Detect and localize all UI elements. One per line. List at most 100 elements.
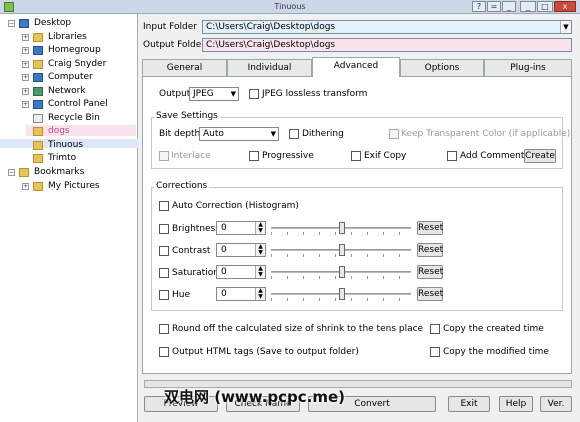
folder-tree[interactable]: − Desktop + Libraries + Homegroup + Crai…	[0, 14, 138, 422]
tab-options[interactable]: Options	[400, 59, 484, 77]
hue-slider-thumb[interactable]	[339, 288, 345, 300]
saturation-stepper[interactable]: 0 ▲ ▼	[216, 265, 266, 279]
saturation-reset-button[interactable]: Reset	[417, 265, 443, 279]
output-format-select[interactable]: JPEG ▼	[189, 87, 239, 101]
contrast-stepper[interactable]: 0 ▲ ▼	[216, 243, 266, 257]
tab-individual[interactable]: Individual	[227, 59, 312, 77]
hue-value: 0	[221, 289, 227, 299]
help-button[interactable]: Help	[499, 396, 533, 412]
tree-item-homegroup[interactable]: + Homegroup	[22, 44, 136, 57]
spin-arrows-icon[interactable]: ▲ ▼	[255, 288, 265, 300]
save-settings-group	[151, 117, 563, 169]
copy-modified-checkbox[interactable]	[430, 347, 440, 357]
add-comment-label: Add Comment	[460, 151, 525, 161]
saturation-checkbox[interactable]	[159, 268, 169, 278]
tree-item-craig-snyder[interactable]: + Craig Snyder	[22, 58, 136, 71]
contrast-reset-button[interactable]: Reset	[417, 243, 443, 257]
saturation-label: Saturation	[172, 268, 219, 278]
spin-arrows-icon[interactable]: ▲ ▼	[255, 266, 265, 278]
tree-item-network[interactable]: + Network	[22, 85, 136, 98]
dithering-label: Dithering	[302, 129, 344, 139]
expand-icon[interactable]: +	[22, 183, 29, 190]
help-title-button[interactable]: ?	[472, 1, 486, 12]
tree-item-bookmarks[interactable]: − Bookmarks	[8, 166, 136, 179]
version-button[interactable]: Ver.	[540, 396, 572, 412]
minimize-tray-button[interactable]: _	[502, 1, 516, 12]
expand-icon[interactable]: +	[22, 101, 29, 108]
tree-item-computer[interactable]: + Computer	[22, 71, 136, 84]
collapse-icon[interactable]: −	[8, 20, 15, 27]
tab-advanced[interactable]: Advanced	[312, 57, 400, 77]
auto-correction-checkbox[interactable]	[159, 201, 169, 211]
maximize-button[interactable]: □	[537, 1, 553, 12]
output-folder-label: Output Folder	[143, 40, 205, 50]
chevron-down-icon: ▼	[230, 90, 236, 98]
save-settings-title: Save Settings	[154, 111, 220, 121]
control-panel-icon	[33, 100, 43, 109]
brightness-reset-button[interactable]: Reset	[417, 221, 443, 235]
tree-item-trimto[interactable]: Trimto	[22, 152, 136, 165]
output-format-value: JPEG	[193, 89, 214, 99]
folder-icon	[33, 127, 43, 136]
create-comment-button[interactable]: Create	[524, 149, 556, 163]
recycle-bin-icon	[33, 114, 43, 123]
brightness-slider-thumb[interactable]	[339, 222, 345, 234]
brightness-value: 0	[221, 223, 227, 233]
contrast-value: 0	[221, 245, 227, 255]
brightness-stepper[interactable]: 0 ▲ ▼	[216, 221, 266, 235]
saturation-value: 0	[221, 267, 227, 277]
expand-icon[interactable]: +	[22, 34, 29, 41]
network-icon	[33, 87, 43, 96]
spin-arrows-icon[interactable]: ▲ ▼	[255, 222, 265, 234]
tree-item-dogs[interactable]: dogs	[22, 125, 136, 138]
output-html-checkbox[interactable]	[159, 347, 169, 357]
expand-icon[interactable]: +	[22, 74, 29, 81]
copy-created-checkbox[interactable]	[430, 324, 440, 334]
minimize-button[interactable]: _	[520, 1, 536, 12]
tree-item-libraries[interactable]: + Libraries	[22, 31, 136, 44]
interlace-checkbox[interactable]	[159, 151, 169, 161]
keep-transparent-checkbox[interactable]	[389, 129, 399, 139]
tree-item-desktop[interactable]: − Desktop	[8, 17, 136, 30]
exit-button[interactable]: Exit	[448, 396, 490, 412]
hue-checkbox[interactable]	[159, 290, 169, 300]
bookmark-icon	[19, 168, 29, 177]
dithering-checkbox[interactable]	[289, 129, 299, 139]
output-folder-field[interactable]: C:\Users\Craig\Desktop\dogs	[202, 38, 572, 52]
round-off-checkbox[interactable]	[159, 324, 169, 334]
computer-icon	[33, 73, 43, 82]
brightness-checkbox[interactable]	[159, 224, 169, 234]
chevron-down-icon[interactable]: ▼	[560, 21, 571, 33]
jpeg-lossless-checkbox[interactable]	[249, 89, 259, 99]
tree-item-control-panel[interactable]: + Control Panel	[22, 98, 136, 111]
tab-general[interactable]: General	[142, 59, 227, 77]
menu-title-button[interactable]: =	[487, 1, 501, 12]
add-comment-checkbox[interactable]	[447, 151, 457, 161]
expand-icon[interactable]: +	[22, 61, 29, 68]
expand-icon[interactable]: +	[22, 47, 29, 54]
tree-item-my-pictures[interactable]: + My Pictures	[22, 180, 136, 193]
close-button[interactable]: x	[554, 1, 576, 12]
folder-icon	[33, 154, 43, 163]
progressive-checkbox[interactable]	[249, 151, 259, 161]
bitdepth-select[interactable]: Auto ▼	[199, 127, 279, 141]
contrast-checkbox[interactable]	[159, 246, 169, 256]
input-folder-value: C:\Users\Craig\Desktop\dogs	[206, 22, 336, 32]
spin-arrows-icon[interactable]: ▲ ▼	[255, 244, 265, 256]
expand-icon[interactable]: +	[22, 88, 29, 95]
tree-item-tinuous[interactable]: Tinuous	[22, 139, 136, 152]
hue-reset-button[interactable]: Reset	[417, 287, 443, 301]
folder-icon	[33, 182, 43, 191]
title-bar: Tinuous ? = _ _ □ x	[0, 0, 580, 14]
tree-item-recycle-bin[interactable]: Recycle Bin	[22, 112, 136, 125]
folder-icon	[33, 33, 43, 42]
collapse-icon[interactable]: −	[8, 169, 15, 176]
saturation-slider-thumb[interactable]	[339, 266, 345, 278]
exif-copy-checkbox[interactable]	[351, 151, 361, 161]
input-folder-field[interactable]: C:\Users\Craig\Desktop\dogs ▼	[202, 20, 572, 34]
output-html-label: Output HTML tags (Save to output folder)	[172, 347, 359, 357]
hue-stepper[interactable]: 0 ▲ ▼	[216, 287, 266, 301]
exif-copy-label: Exif Copy	[364, 151, 407, 161]
tab-plugins[interactable]: Plug-ins	[484, 59, 572, 77]
contrast-slider-thumb[interactable]	[339, 244, 345, 256]
